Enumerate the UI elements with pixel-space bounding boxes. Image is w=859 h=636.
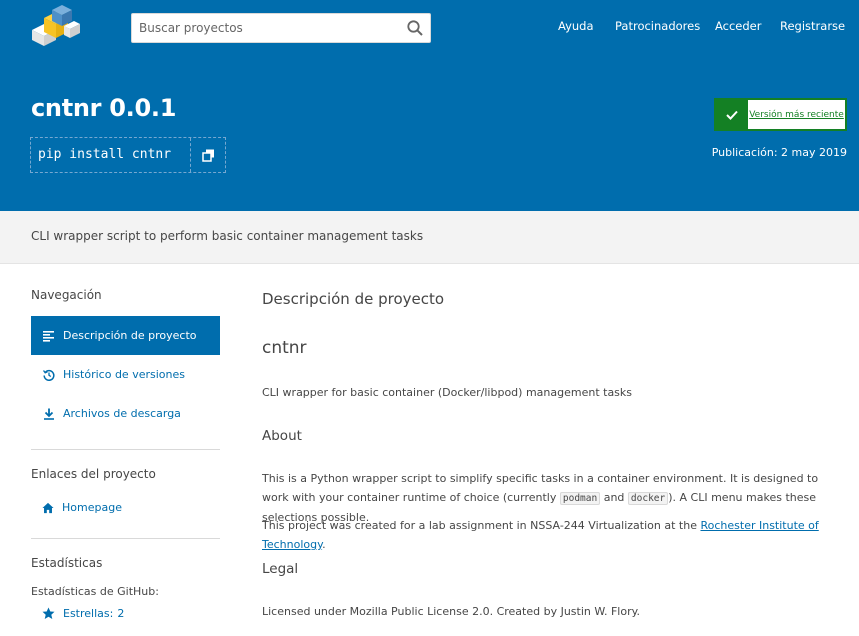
legal-heading: Legal (262, 561, 299, 577)
copy-icon (201, 149, 214, 162)
sidebar-stats-heading: Estadísticas (31, 556, 103, 570)
sidebar-item-history[interactable]: Histórico de versiones (31, 355, 220, 394)
stars-count: 2 (117, 607, 125, 620)
legal-text: Licensed under Mozilla Public License 2.… (262, 605, 641, 618)
sidebar-divider (31, 538, 220, 539)
nav-sponsors-link[interactable]: Patrocinadores (615, 19, 700, 33)
package-summary-band: CLI wrapper script to perform basic cont… (0, 211, 859, 264)
code-docker: docker (627, 492, 669, 505)
about-paragraph-2: This project was created for a lab assig… (262, 519, 819, 551)
latest-version-link[interactable]: Versión más reciente (748, 100, 845, 129)
pip-command-box: pip install cntnr (30, 137, 226, 173)
top-navbar: Ayuda Patrocinadores Acceder Registrarse (0, 0, 859, 56)
nav-register-link[interactable]: Registrarse (780, 19, 845, 33)
latest-version-badge[interactable]: Versión más reciente (714, 98, 847, 131)
search-box (131, 13, 431, 43)
readme-intro: CLI wrapper for basic container (Docker/… (262, 386, 633, 399)
section-title: Descripción de proyecto (262, 290, 445, 308)
sidebar-divider (31, 449, 220, 450)
nav-login-link[interactable]: Acceder (715, 19, 762, 33)
readme-heading: cntnr (262, 338, 307, 358)
search-input[interactable] (132, 14, 392, 42)
sidebar-item-downloads[interactable]: Archivos de descarga (31, 394, 220, 433)
sidebar-item-label: Descripción de proyecto (63, 329, 197, 342)
pip-command: pip install cntnr (31, 138, 192, 172)
github-stats-label: Estadísticas de GitHub: (31, 585, 159, 598)
publish-date: Publicación: 2 may 2019 (711, 146, 847, 159)
github-stars-link[interactable]: Estrellas: 2 (42, 607, 124, 620)
package-title: cntnr 0.0.1 (31, 94, 177, 122)
align-left-icon (43, 330, 55, 342)
sidebar-item-label: Archivos de descarga (63, 407, 181, 420)
sidebar-links-heading: Enlaces del proyecto (31, 467, 156, 481)
nav-help-link[interactable]: Ayuda (558, 19, 594, 33)
check-icon (716, 100, 748, 129)
package-header: cntnr 0.0.1 pip install cntnr Versión má… (0, 56, 859, 211)
sidebar-item-label: Histórico de versiones (63, 368, 185, 381)
package-summary: CLI wrapper script to perform basic cont… (31, 229, 424, 243)
code-podman: podman (559, 492, 601, 505)
pypi-logo[interactable] (28, 4, 80, 50)
history-icon (43, 369, 55, 381)
download-icon (43, 408, 55, 420)
search-icon[interactable] (406, 19, 424, 37)
sidebar-homepage-link[interactable]: Homepage (31, 488, 220, 527)
sidebar-nav-heading: Navegación (31, 288, 102, 302)
about-heading: About (262, 428, 302, 444)
star-icon (42, 607, 55, 619)
home-icon (42, 502, 54, 514)
sidebar-item-description[interactable]: Descripción de proyecto (31, 316, 220, 355)
copy-button[interactable] (191, 138, 225, 172)
stars-label: Estrellas: (63, 607, 114, 620)
sidebar-item-label: Homepage (62, 501, 122, 514)
